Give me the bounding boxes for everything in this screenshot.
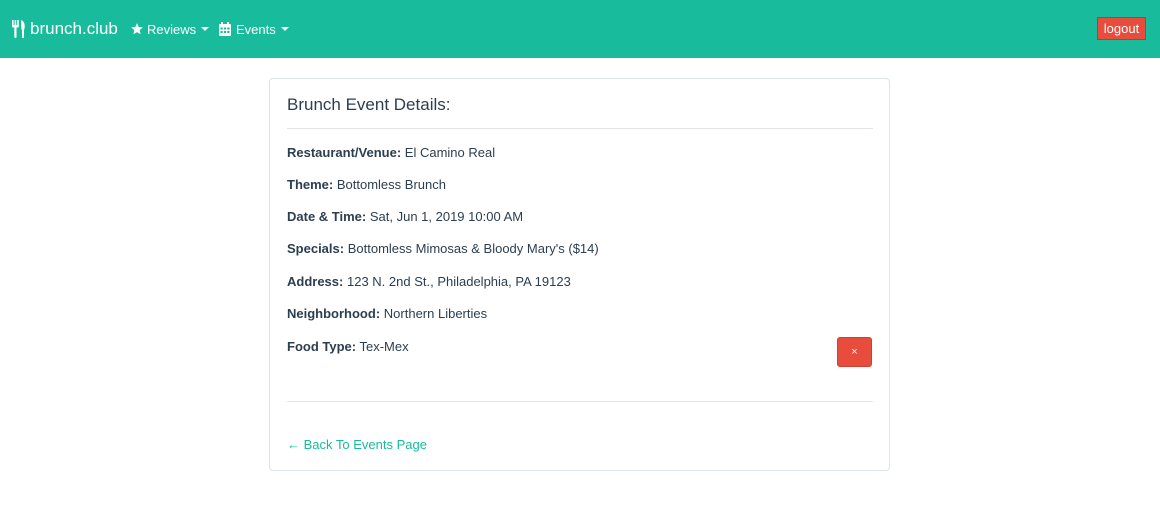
field-restaurant: Restaurant/Venue: El Camino Real: [287, 145, 495, 160]
field-value: Bottomless Mimosas & Bloody Mary's ($14): [347, 241, 599, 256]
field-label: Address:: [287, 274, 344, 289]
star-icon: [130, 22, 144, 36]
delete-event-button[interactable]: ×: [837, 337, 872, 367]
close-icon: ×: [851, 346, 858, 358]
calendar-icon: [219, 22, 233, 36]
back-to-events-link[interactable]: ← Back To Events Page: [287, 437, 427, 452]
field-value: Northern Liberties: [383, 306, 488, 321]
field-food-type: Food Type: Tex-Mex: [287, 339, 409, 354]
field-datetime: Date & Time: Sat, Jun 1, 2019 10:00 AM: [287, 209, 523, 224]
logout-button[interactable]: logout: [1097, 17, 1146, 40]
field-neighborhood: Neighborhood: Northern Liberties: [287, 306, 487, 321]
field-value: Tex-Mex: [359, 339, 409, 354]
field-label: Specials:: [287, 241, 345, 256]
top-navbar: brunch.club Reviews Events logout: [0, 0, 1160, 58]
brand-label: brunch.club: [30, 19, 118, 38]
nav-events-dropdown[interactable]: Events: [219, 19, 289, 39]
divider: [287, 128, 873, 129]
brand-link[interactable]: brunch.club: [11, 17, 118, 41]
nav-reviews-dropdown[interactable]: Reviews: [130, 19, 210, 39]
field-theme: Theme: Bottomless Brunch: [287, 177, 446, 192]
field-specials: Specials: Bottomless Mimosas & Bloody Ma…: [287, 241, 599, 256]
chevron-down-icon: [201, 27, 210, 31]
field-label: Restaurant/Venue:: [287, 145, 402, 160]
field-address: Address: 123 N. 2nd St., Philadelphia, P…: [287, 274, 571, 289]
field-value: El Camino Real: [404, 145, 496, 160]
page-title: Brunch Event Details:: [287, 95, 451, 114]
nav-reviews-label: Reviews: [147, 21, 197, 37]
chevron-down-icon: [280, 27, 289, 31]
field-value: Bottomless Brunch: [336, 177, 446, 192]
event-details-card: Brunch Event Details: Restaurant/Venue: …: [269, 78, 890, 471]
nav-events-label: Events: [236, 21, 276, 37]
field-label: Date & Time:: [287, 209, 367, 224]
field-value: Sat, Jun 1, 2019 10:00 AM: [369, 209, 524, 224]
field-label: Food Type:: [287, 339, 357, 354]
divider: [287, 401, 873, 402]
field-label: Neighborhood:: [287, 306, 381, 321]
field-value: 123 N. 2nd St., Philadelphia, PA 19123: [346, 274, 571, 289]
utensils-icon: [11, 19, 27, 39]
field-label: Theme:: [287, 177, 334, 192]
